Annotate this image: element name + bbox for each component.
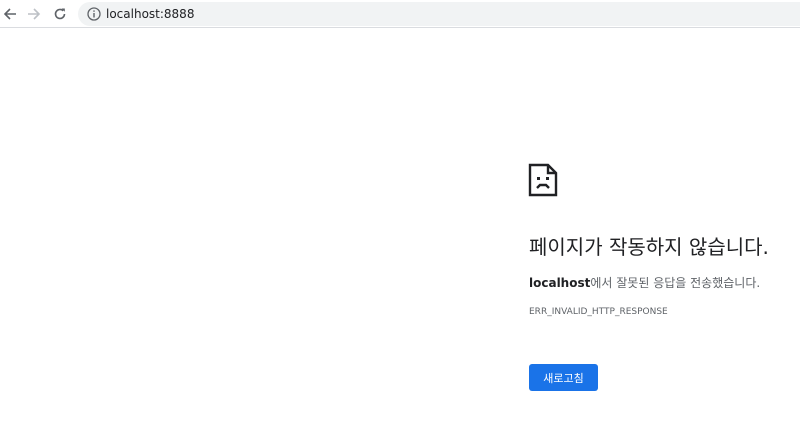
back-button[interactable] [0,4,20,24]
error-code: ERR_INVALID_HTTP_RESPONSE [529,307,668,317]
address-bar[interactable]: localhost:8888 [78,2,800,26]
reload-button[interactable]: 새로고침 [529,364,598,391]
error-description-text: 에서 잘못된 응답을 전송했습니다. [590,276,761,290]
forward-button[interactable] [24,4,44,24]
url-text[interactable]: localhost:8888 [106,6,194,22]
info-circle-icon[interactable] [86,6,102,22]
arrow-right-icon [28,8,41,20]
error-title: 페이지가 작동하지 않습니다. [529,235,769,259]
arrow-left-icon [3,8,16,20]
reload-page-button[interactable] [50,4,70,24]
error-description: localhost에서 잘못된 응답을 전송했습니다. [529,274,760,292]
browser-toolbar: localhost:8888 [0,0,800,28]
reload-icon [54,8,66,20]
sad-page-icon [528,163,558,197]
error-host: localhost [529,276,591,290]
